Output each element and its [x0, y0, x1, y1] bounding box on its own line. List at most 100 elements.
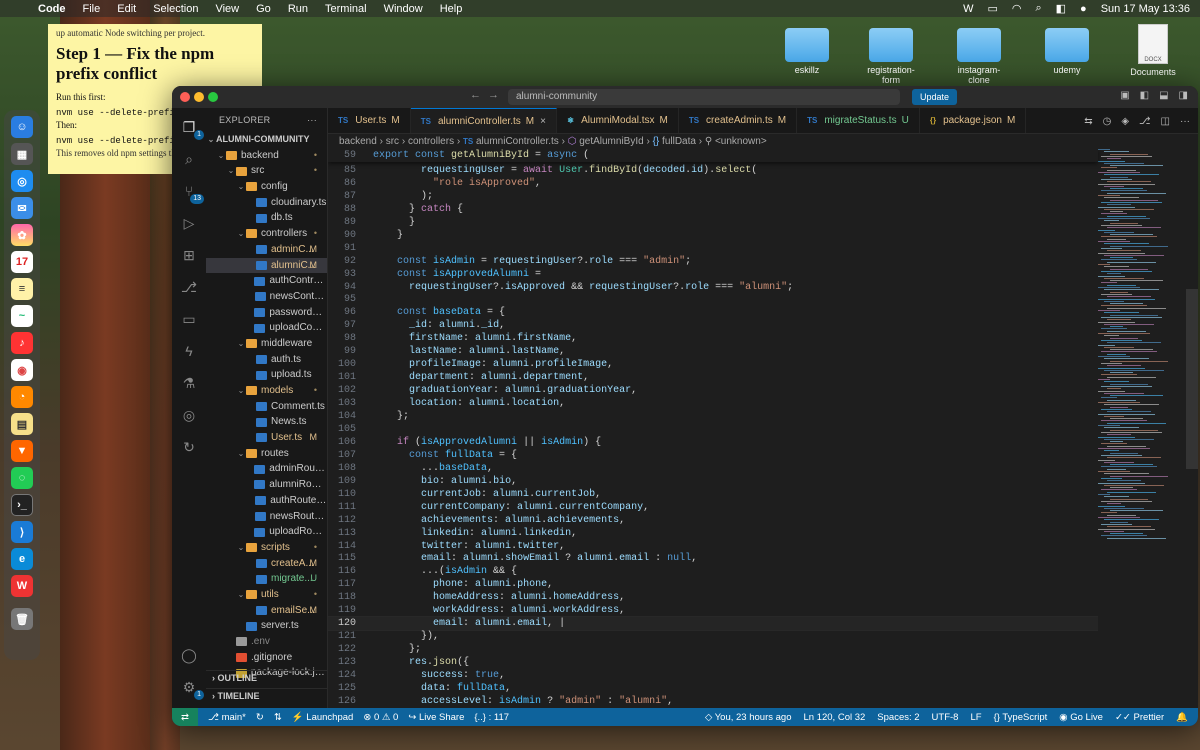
forward-arrow-icon[interactable]: → [488, 89, 499, 101]
music-icon[interactable]: ♪ [11, 332, 33, 354]
back-arrow-icon[interactable]: ← [470, 89, 481, 101]
testing-icon[interactable]: ⚗ [178, 372, 200, 394]
tree-file[interactable]: server.ts [206, 618, 327, 634]
editor-tab[interactable]: TS User.ts M [328, 108, 411, 133]
tree-folder[interactable]: ⌄ utils • [206, 587, 327, 603]
tree-folder[interactable]: ⌄ src • [206, 163, 327, 179]
cursor-position[interactable]: Ln 120, Col 32 [804, 712, 866, 723]
editor-tab[interactable]: {} package.json M [920, 108, 1027, 133]
split-editor-icon[interactable]: ◫ [1161, 116, 1170, 127]
tree-file[interactable]: upload.ts [206, 367, 327, 383]
photos-icon[interactable]: ✿ [11, 224, 33, 246]
tree-file[interactable]: db.ts [206, 210, 327, 226]
tree-folder[interactable]: ⌄ controllers • [206, 226, 327, 242]
bracket-status[interactable]: {..} : 117 [474, 712, 509, 723]
crumb-function[interactable]: getAlumniById [579, 136, 643, 147]
freeform-icon[interactable]: ~ [11, 305, 33, 327]
code-line[interactable]: 124 success: true, [328, 669, 1098, 682]
tree-file[interactable]: uploadContro... [206, 320, 327, 336]
control-center-icon[interactable]: ◧ [1056, 2, 1066, 15]
code-line[interactable]: 85 requestingUser = await User.findById(… [328, 164, 1098, 177]
tree-folder[interactable]: ⌄ models • [206, 383, 327, 399]
firefox-icon[interactable]: ◔ [11, 386, 33, 408]
minimize-window-button[interactable] [194, 92, 204, 102]
timeline-section[interactable]: › TIMELINE [206, 688, 327, 702]
sync-icon[interactable]: ↻ [256, 712, 264, 723]
tree-file[interactable]: createA... M [206, 556, 327, 572]
editor-scrollbar[interactable] [1186, 289, 1198, 469]
crumb-unknown[interactable]: <unknown> [715, 136, 767, 147]
live-share-status[interactable]: ↪ Live Share [408, 712, 464, 723]
code-line[interactable]: 99 lastName: alumni.lastName, [328, 345, 1098, 358]
tree-file[interactable]: auth.ts [206, 352, 327, 368]
menu-terminal[interactable]: Terminal [325, 3, 367, 15]
code-line[interactable]: 111 currentCompany: alumni.currentCompan… [328, 501, 1098, 514]
minimap[interactable] [1098, 149, 1186, 708]
trash-icon[interactable]: 🗑 [11, 608, 33, 630]
code-line[interactable]: 109 bio: alumni.bio, [328, 475, 1098, 488]
menu-selection[interactable]: Selection [153, 3, 198, 15]
git-graph-icon[interactable]: ⎇ [178, 276, 200, 298]
tree-file[interactable]: alumniC... M [206, 257, 327, 274]
code-line[interactable]: 59 export const getAlumniById = async ( [328, 149, 1098, 162]
mail-icon[interactable]: ✉ [11, 197, 33, 219]
desktop-folder[interactable]: registration-form [860, 28, 922, 85]
tree-file[interactable]: .gitignore [206, 650, 327, 666]
code-line[interactable]: 125 data: fullData, [328, 682, 1098, 695]
desktop-documents[interactable]: DOCX Documents [1122, 24, 1184, 77]
code-line[interactable]: 92 const isAdmin = requestingUser?.role … [328, 255, 1098, 268]
accounts-icon[interactable]: ◯ [178, 644, 200, 666]
code-line[interactable]: 88 } catch { [328, 203, 1098, 216]
branch-status[interactable]: ⎇ main* [208, 712, 246, 723]
more-actions-icon[interactable]: ··· [307, 108, 317, 132]
crumb-backend[interactable]: backend [339, 136, 377, 147]
command-center-search[interactable]: alumni-community [508, 89, 900, 105]
code-line[interactable]: 114 twitter: alumni.twitter, [328, 540, 1098, 553]
code-line[interactable]: 121 }), [328, 630, 1098, 643]
menu-file[interactable]: File [83, 3, 101, 15]
manage-gear-icon[interactable]: ⚙ 1 [178, 676, 204, 700]
brave-icon[interactable]: ▼ [11, 440, 33, 462]
edge-icon[interactable]: e [11, 548, 33, 570]
wifi-icon[interactable]: ◠ [1012, 2, 1022, 15]
tree-file[interactable]: adminC... M [206, 242, 327, 258]
code-line[interactable]: 119 workAddress: alumni.workAddress, [328, 604, 1098, 617]
code-line[interactable]: 123 res.json({ [328, 656, 1098, 669]
code-line[interactable]: 112 achievements: alumni.achievements, [328, 514, 1098, 527]
language-status[interactable]: {} TypeScript [994, 712, 1048, 723]
code-line[interactable]: 87 ); [328, 190, 1098, 203]
lightning-icon[interactable]: ϟ [178, 340, 200, 362]
code-line[interactable]: 117 phone: alumni.phone, [328, 578, 1098, 591]
stickies-icon[interactable]: ▤ [11, 413, 33, 435]
tree-folder[interactable]: ⌄ routes [206, 446, 327, 462]
code-line[interactable]: 115 email: alumni.showEmail ? alumni.ema… [328, 552, 1098, 565]
live-share-icon[interactable]: ↻ [178, 436, 200, 458]
desktop-folder[interactable]: eskillz [776, 28, 838, 75]
launchpad-status[interactable]: ⚡ Launchpad [292, 712, 354, 723]
run-debug-icon[interactable]: ▷ [178, 212, 200, 234]
code-line[interactable]: 122 }; [328, 643, 1098, 656]
tree-file[interactable]: emailSe... M [206, 603, 327, 619]
code-line[interactable]: 116 ...(isAdmin && { [328, 565, 1098, 578]
notes-icon[interactable]: ≡ [11, 278, 33, 300]
crumb-src[interactable]: src [386, 136, 399, 147]
code-line[interactable]: 103 location: alumni.location, [328, 397, 1098, 410]
editor-tab[interactable]: ⚛ AlumniModal.tsx M [557, 108, 679, 133]
wps-office-icon[interactable]: W [11, 575, 33, 597]
tree-file[interactable]: adminRoutes.ts [206, 461, 327, 477]
tree-file[interactable]: authControlle... [206, 273, 327, 289]
menu-go[interactable]: Go [256, 3, 271, 15]
crumb-file[interactable]: alumniController.ts [476, 136, 559, 147]
tree-file[interactable]: cloudinary.ts [206, 195, 327, 211]
menu-help[interactable]: Help [440, 3, 463, 15]
tree-file[interactable]: newsRoutes.ts [206, 509, 327, 525]
wps-icon[interactable]: W [963, 3, 973, 15]
problems-status[interactable]: ⊗ 0 ⚠ 0 [363, 712, 398, 723]
finder-icon[interactable]: ☺ [11, 116, 33, 138]
desktop-folder[interactable]: instagram-clone [948, 28, 1010, 85]
go-live-status[interactable]: ◉ Go Live [1059, 712, 1103, 723]
menu-window[interactable]: Window [384, 3, 423, 15]
code-line[interactable]: 110 currentJob: alumni.currentJob, [328, 488, 1098, 501]
publish-icon[interactable]: ⇅ [274, 712, 282, 723]
crumb-controllers[interactable]: controllers [408, 136, 454, 147]
